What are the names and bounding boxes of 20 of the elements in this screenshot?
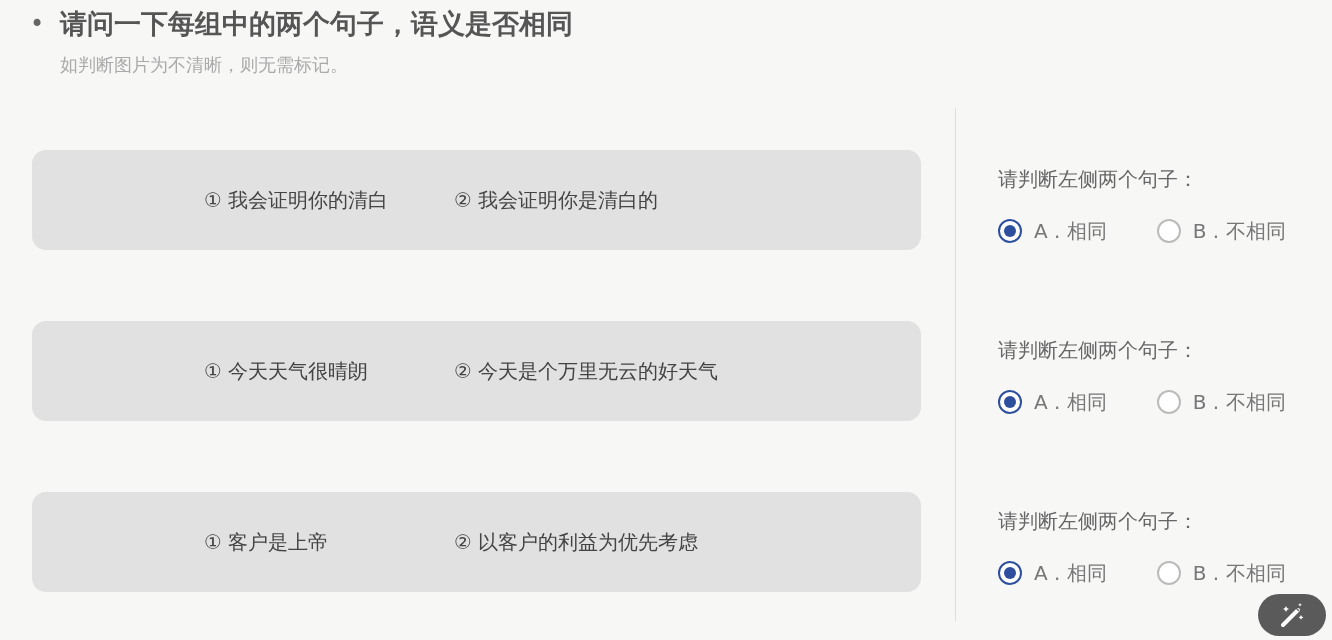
sentence-text: ② 我会证明你是清白的 xyxy=(454,187,659,214)
magic-wand-button[interactable] xyxy=(1258,594,1326,636)
question-hint: 如判断图片为不清晰，则无需标记。 xyxy=(60,52,349,77)
radio-option[interactable]: B . 不相同 xyxy=(1156,558,1286,588)
radio-option[interactable]: A . 相同 xyxy=(998,216,1107,246)
sentence-text: ① 我会证明你的清白 xyxy=(204,187,390,214)
bullet: • xyxy=(30,9,46,41)
radio-option[interactable]: A . 相同 xyxy=(998,558,1107,588)
sentence-text: ① 客户是上帝 xyxy=(204,529,330,556)
sentence-text: ② 今天是个万里无云的好天气 xyxy=(454,358,719,385)
sentence-text: ② 以客户的利益为优先考虑 xyxy=(454,529,699,556)
radio-option[interactable]: B . 不相同 xyxy=(1156,216,1286,246)
sentence-text: ① 今天天气很晴朗 xyxy=(204,358,370,385)
question-title: 请问一下每组中的两个句子，语义是否相同 xyxy=(60,7,573,41)
prompt-label: 请判断左侧两个句子： xyxy=(998,166,1199,193)
prompt-label: 请判断左侧两个句子： xyxy=(998,508,1199,535)
radio-option[interactable]: B . 不相同 xyxy=(1156,387,1286,417)
radio-option[interactable]: A . 相同 xyxy=(998,387,1107,417)
magic-wand-icon xyxy=(1279,602,1305,628)
prompt-label: 请判断左侧两个句子： xyxy=(998,337,1199,364)
